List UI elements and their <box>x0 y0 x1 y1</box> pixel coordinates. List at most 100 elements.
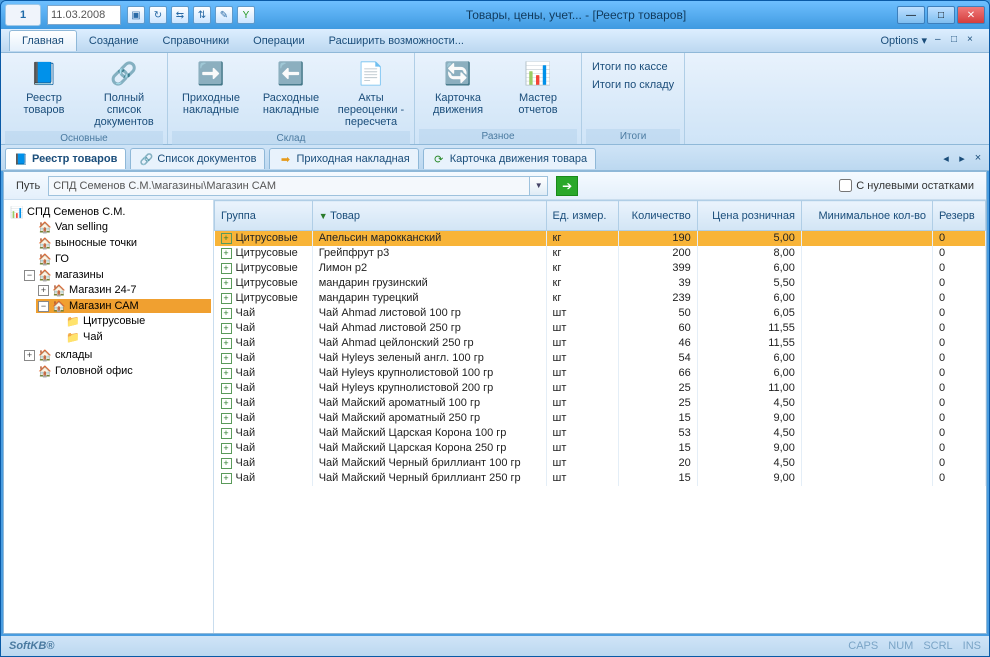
table-row[interactable]: +ЦитрусовыеЛимон р2кг3996,000 <box>215 261 986 276</box>
expand-row-icon[interactable]: + <box>221 428 232 439</box>
menu-options[interactable]: Options ▾ <box>875 34 934 47</box>
table-row[interactable]: +ЧайЧай Hyleys крупнолистовой 100 гршт66… <box>215 366 986 381</box>
zero-balance-checkbox[interactable]: С нулевыми остатками <box>839 179 974 192</box>
ribbon-registry-button[interactable]: 📘 Реестр товаров <box>5 55 83 119</box>
minimize-button[interactable]: — <box>897 6 925 24</box>
tree-van[interactable]: 🏠Van selling <box>22 220 211 234</box>
maximize-button[interactable]: □ <box>927 6 955 24</box>
tree-headoffice[interactable]: 🏠Головной офис <box>22 364 211 378</box>
table-row[interactable]: +Цитрусовыемандарин турецкийкг2396,000 <box>215 291 986 306</box>
ribbon-totals-stock-link[interactable]: Итоги по складу <box>592 79 674 91</box>
chart-icon: 📊 <box>10 205 24 219</box>
menu-refs[interactable]: Справочники <box>151 31 242 51</box>
ribbon-repwiz-button[interactable]: 📊 Мастер отчетов <box>499 55 577 119</box>
expand-row-icon[interactable]: + <box>221 293 232 304</box>
tree-citrus[interactable]: 📁Цитрусовые <box>50 314 211 328</box>
table-row[interactable]: +ЧайЧай Майский Царская Корона 100 гршт5… <box>215 426 986 441</box>
qa-icon-2[interactable]: ↻ <box>149 6 167 24</box>
tree-root[interactable]: 📊 СПД Семенов С.М. <box>8 205 211 219</box>
mdi-restore-icon[interactable]: □ <box>951 34 965 48</box>
tab-incoming[interactable]: ➡ Приходная накладная <box>269 148 418 169</box>
col-price[interactable]: Цена розничная <box>697 201 801 231</box>
path-dropdown-button[interactable]: ▼ <box>530 176 548 196</box>
table-row[interactable]: +ЧайЧай Ahmad листовой 100 гршт506,050 <box>215 306 986 321</box>
filter-icon[interactable]: Y <box>237 6 255 24</box>
expand-row-icon[interactable]: + <box>221 278 232 289</box>
tab-movecard[interactable]: ⟳ Карточка движения товара <box>423 148 596 169</box>
titlebar: 1 ▣ ↻ ⇆ ⇅ ✎ Y Товары, цены, учет... - [Р… <box>1 1 989 29</box>
table-row[interactable]: +Цитрусовыемандарин грузинскийкг395,500 <box>215 276 986 291</box>
tree-shop247[interactable]: +🏠Магазин 24-7 <box>36 283 211 297</box>
tree-shops[interactable]: −🏠магазины <box>22 268 211 282</box>
ribbon-doclist-button[interactable]: 🔗 Полный список документов <box>85 55 163 131</box>
qa-icon-3[interactable]: ⇆ <box>171 6 189 24</box>
menu-main[interactable]: Главная <box>9 30 77 51</box>
table-row[interactable]: +ЧайЧай Ahmad листовой 250 гршт6011,550 <box>215 321 986 336</box>
table-row[interactable]: +ЦитрусовыеГрейпфрут р3кг2008,000 <box>215 246 986 261</box>
table-row[interactable]: +ЧайЧай Hyleys зеленый англ. 100 гршт546… <box>215 351 986 366</box>
menu-create[interactable]: Создание <box>77 31 151 51</box>
tab-registry[interactable]: 📘 Реестр товаров <box>5 148 126 169</box>
table-row[interactable]: +ЦитрусовыеАпельсин марокканскийкг1905,0… <box>215 231 986 246</box>
expand-row-icon[interactable]: + <box>221 248 232 259</box>
expand-row-icon[interactable]: + <box>221 233 232 244</box>
expand-row-icon[interactable]: + <box>221 473 232 484</box>
expand-row-icon[interactable]: + <box>221 458 232 469</box>
menu-ops[interactable]: Операции <box>241 31 316 51</box>
table-row[interactable]: +ЧайЧай Майский Черный бриллиант 100 грш… <box>215 456 986 471</box>
date-input[interactable] <box>47 5 121 25</box>
table-row[interactable]: +ЧайЧай Майский Черный бриллиант 250 грш… <box>215 471 986 486</box>
tab-next-icon[interactable]: ▸ <box>955 152 969 165</box>
menu-ext[interactable]: Расширить возможности... <box>317 31 476 51</box>
qa-icon-1[interactable]: ▣ <box>127 6 145 24</box>
tree-warehouses[interactable]: +🏠склады <box>22 348 211 362</box>
ribbon-incoming-button[interactable]: ➡️ Приходные накладные <box>172 55 250 119</box>
col-reserve[interactable]: Резерв <box>932 201 985 231</box>
tab-close-icon[interactable]: × <box>971 152 985 165</box>
tree-shopSAM[interactable]: −🏠Магазин САМ <box>36 299 211 313</box>
expand-icon[interactable]: + <box>24 350 35 361</box>
expand-row-icon[interactable]: + <box>221 308 232 319</box>
col-group[interactable]: Группа <box>215 201 313 231</box>
collapse-icon[interactable]: − <box>24 270 35 281</box>
tree-outpts[interactable]: 🏠выносные точки <box>22 236 211 250</box>
expand-row-icon[interactable]: + <box>221 383 232 394</box>
tree-go[interactable]: 🏠ГО <box>22 252 211 266</box>
path-input[interactable] <box>48 176 530 196</box>
table-row[interactable]: +ЧайЧай Майский Царская Корона 250 гршт1… <box>215 441 986 456</box>
col-product[interactable]: Товар <box>312 201 546 231</box>
tab-doclist[interactable]: 🔗 Список документов <box>130 148 265 169</box>
tree-tea[interactable]: 📁Чай <box>50 330 211 344</box>
qa-icon-4[interactable]: ⇅ <box>193 6 211 24</box>
table-row[interactable]: +ЧайЧай Майский ароматный 100 гршт254,50… <box>215 396 986 411</box>
col-min[interactable]: Минимальное кол-во <box>801 201 932 231</box>
mdi-minimize-icon[interactable]: – <box>935 34 949 48</box>
expand-row-icon[interactable]: + <box>221 263 232 274</box>
col-unit[interactable]: Ед. измер. <box>546 201 619 231</box>
expand-row-icon[interactable]: + <box>221 338 232 349</box>
ribbon-outgoing-button[interactable]: ⬅️ Расходные накладные <box>252 55 330 119</box>
mdi-close-icon[interactable]: × <box>967 34 981 48</box>
expand-row-icon[interactable]: + <box>221 398 232 409</box>
expand-row-icon[interactable]: + <box>221 353 232 364</box>
qa-icon-5[interactable]: ✎ <box>215 6 233 24</box>
table-row[interactable]: +ЧайЧай Hyleys крупнолистовой 200 гршт25… <box>215 381 986 396</box>
ribbon-totals-cash-link[interactable]: Итоги по кассе <box>592 61 674 73</box>
product-table: Группа Товар Ед. измер. Количество Цена … <box>214 200 986 486</box>
table-row[interactable]: +ЧайЧай Майский ароматный 250 гршт159,00… <box>215 411 986 426</box>
col-qty[interactable]: Количество <box>619 201 697 231</box>
collapse-icon[interactable]: − <box>38 301 49 312</box>
expand-row-icon[interactable]: + <box>221 323 232 334</box>
expand-row-icon[interactable]: + <box>221 443 232 454</box>
tab-prev-icon[interactable]: ◂ <box>939 152 953 165</box>
ribbon-acts-button[interactable]: 📄 Акты переоценки - пересчета <box>332 55 410 131</box>
ribbon-movecard-button[interactable]: 🔄 Карточка движения <box>419 55 497 119</box>
close-button[interactable]: ✕ <box>957 6 985 24</box>
expand-row-icon[interactable]: + <box>221 413 232 424</box>
app-logo-icon[interactable]: 1 <box>5 4 41 26</box>
expand-row-icon[interactable]: + <box>221 368 232 379</box>
go-button[interactable]: ➔ <box>556 176 578 196</box>
expand-icon[interactable]: + <box>38 285 49 296</box>
table-row[interactable]: +ЧайЧай Ahmad цейлонский 250 гршт4611,55… <box>215 336 986 351</box>
zero-checkbox-input[interactable] <box>839 179 852 192</box>
